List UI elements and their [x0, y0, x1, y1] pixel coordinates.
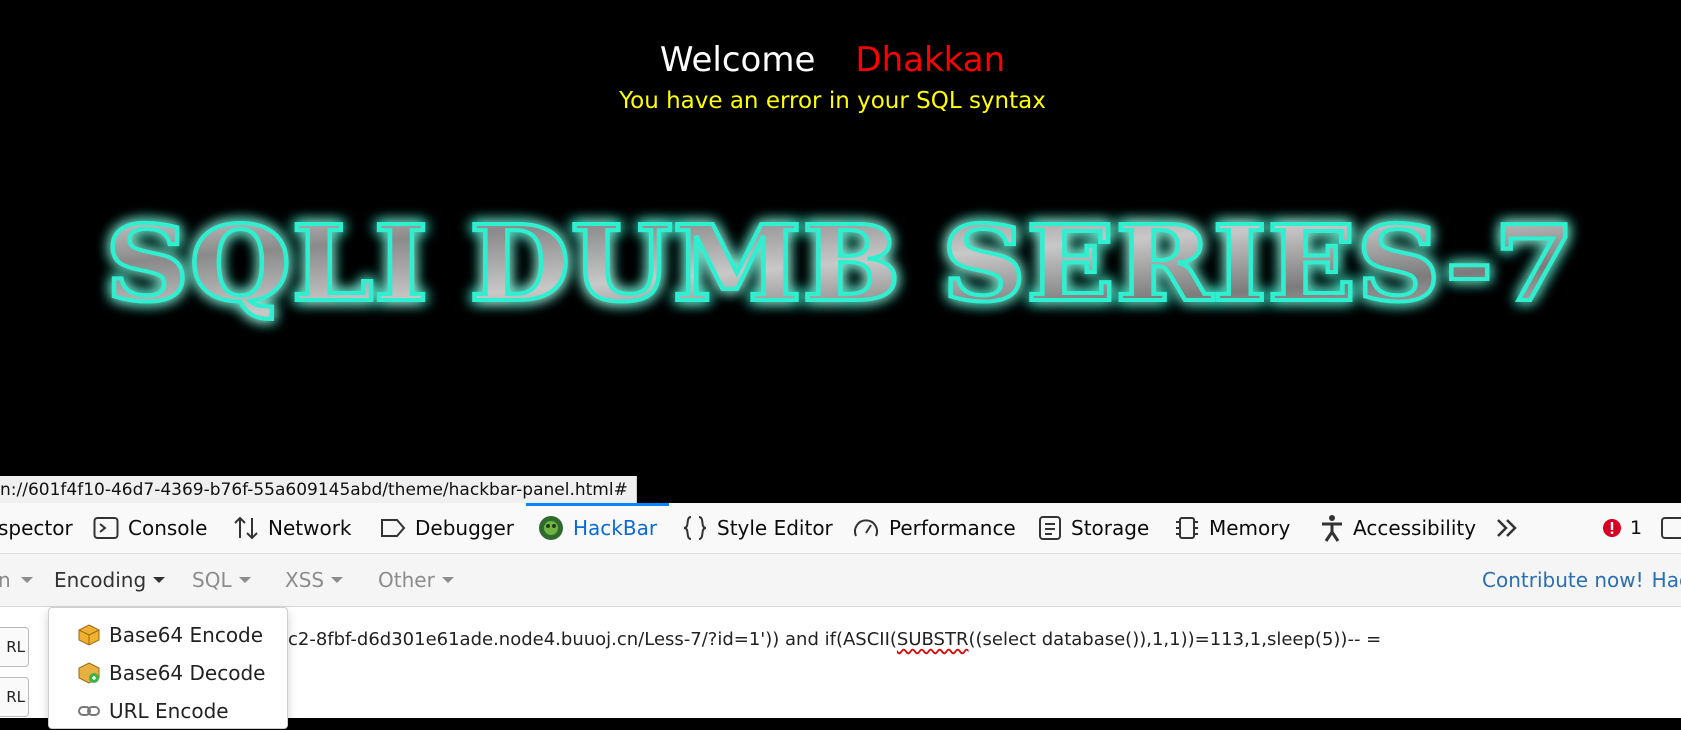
- devtools-tabs-bar: spector Console Network Debugger HackBar…: [0, 503, 1681, 554]
- menu-other[interactable]: Other: [378, 554, 454, 606]
- menu-item-label: URL Encode: [109, 699, 229, 723]
- url-text-misspelled: SUBSTR: [896, 629, 969, 650]
- tab-label: spector: [0, 516, 73, 540]
- menu-label: SQL: [192, 568, 232, 592]
- error-count: 1: [1630, 517, 1643, 539]
- tab-label: Console: [128, 516, 208, 540]
- caret-down-icon: [153, 577, 166, 583]
- contribute-tail: Hack: [1651, 568, 1681, 592]
- menu-partial[interactable]: n: [0, 554, 33, 606]
- dock-options-button[interactable]: [1658, 503, 1681, 553]
- window-icon: [1658, 515, 1681, 541]
- sql-error-message: You have an error in your SQL syntax: [619, 88, 1046, 114]
- tab-label: Debugger: [415, 516, 514, 540]
- split-url-button[interactable]: RL: [0, 677, 29, 717]
- menu-item-label: Base64 Encode: [109, 623, 264, 647]
- tab-label: HackBar: [573, 516, 658, 540]
- menu-item-base64-decode[interactable]: Base64 Decode: [49, 654, 287, 692]
- menu-label: Other: [378, 568, 435, 592]
- gauge-icon: [852, 516, 880, 540]
- sqli-banner-image: SQLI DUMB SERIES-7: [103, 200, 1577, 327]
- debugger-icon: [380, 517, 406, 539]
- menu-label: XSS: [285, 568, 325, 592]
- screen: Welcome Dhakkan You have an error in your…: [0, 0, 1681, 729]
- menu-label: Encoding: [54, 568, 147, 592]
- tab-debugger[interactable]: Debugger: [380, 503, 514, 553]
- menu-item-label: Base64 Decode: [109, 661, 266, 685]
- package-icon: [77, 623, 101, 647]
- tab-label: Storage: [1071, 516, 1150, 540]
- menu-item-base64-encode[interactable]: Base64 Encode: [49, 616, 287, 654]
- more-tabs-button[interactable]: [1495, 503, 1528, 553]
- tab-hackbar[interactable]: HackBar: [525, 503, 670, 553]
- welcome-text: Welcome: [659, 40, 816, 80]
- url-text-after: ((select database()),1,1))=113,1,sleep(5…: [968, 629, 1382, 650]
- tab-memory[interactable]: Memory: [1174, 503, 1290, 553]
- tab-performance[interactable]: Performance: [852, 503, 1016, 553]
- contribute-link[interactable]: Contribute now!: [1482, 568, 1644, 592]
- menu-sql[interactable]: SQL: [192, 554, 251, 606]
- console-icon: [93, 516, 119, 540]
- welcome-heading: Welcome Dhakkan: [0, 38, 1665, 82]
- tab-style-editor[interactable]: Style Editor: [682, 503, 833, 553]
- status-url-tooltip: n://601f4f10-46d7-4369-b76f-55a609145abd…: [0, 476, 637, 504]
- hackbar-toolbar: n Encoding SQL XSS Other Contribute now!…: [0, 554, 1681, 607]
- tab-inspector[interactable]: spector: [0, 503, 73, 553]
- error-icon: [1602, 518, 1622, 538]
- package-open-icon: [77, 661, 101, 685]
- tab-label: Network: [268, 516, 352, 540]
- caret-down-icon: [441, 577, 454, 583]
- tab-network[interactable]: Network: [233, 503, 352, 553]
- error-count-badge[interactable]: 1: [1602, 503, 1642, 553]
- link-icon: [77, 699, 101, 723]
- accessibility-icon: [1320, 514, 1344, 542]
- banner-title: SQLI DUMB SERIES-7: [105, 202, 1575, 325]
- tab-accessibility[interactable]: Accessibility: [1320, 503, 1476, 553]
- tab-label: Memory: [1209, 516, 1291, 540]
- tab-label: Style Editor: [717, 516, 833, 540]
- chevron-double-right-icon: [1495, 516, 1519, 540]
- tab-label: Accessibility: [1353, 516, 1477, 540]
- load-url-button[interactable]: RL: [0, 627, 29, 667]
- tab-storage[interactable]: Storage: [1038, 503, 1149, 553]
- hackbar-icon: [538, 515, 564, 541]
- tab-label: Performance: [889, 516, 1016, 540]
- menu-encoding[interactable]: Encoding: [54, 554, 166, 606]
- storage-icon: [1038, 515, 1062, 541]
- url-textarea[interactable]: c2-8fbf-d6d301e61ade.node4.buuoj.cn/Less…: [288, 629, 1381, 650]
- url-text-before: c2-8fbf-d6d301e61ade.node4.buuoj.cn/Less…: [288, 629, 897, 650]
- username-text: Dhakkan: [855, 40, 1006, 80]
- caret-down-icon: [238, 577, 251, 583]
- caret-down-icon: [331, 577, 344, 583]
- encoding-dropdown: Base64 Encode Base64 Decode URL Encode: [48, 607, 288, 729]
- menu-xss[interactable]: XSS: [285, 554, 344, 606]
- chip-icon: [1174, 515, 1200, 541]
- contribute-area: Contribute now! Hack: [1482, 554, 1681, 606]
- menu-item-url-encode[interactable]: URL Encode: [49, 692, 287, 730]
- tab-console[interactable]: Console: [93, 503, 207, 553]
- braces-icon: [682, 515, 708, 541]
- network-icon: [233, 515, 259, 541]
